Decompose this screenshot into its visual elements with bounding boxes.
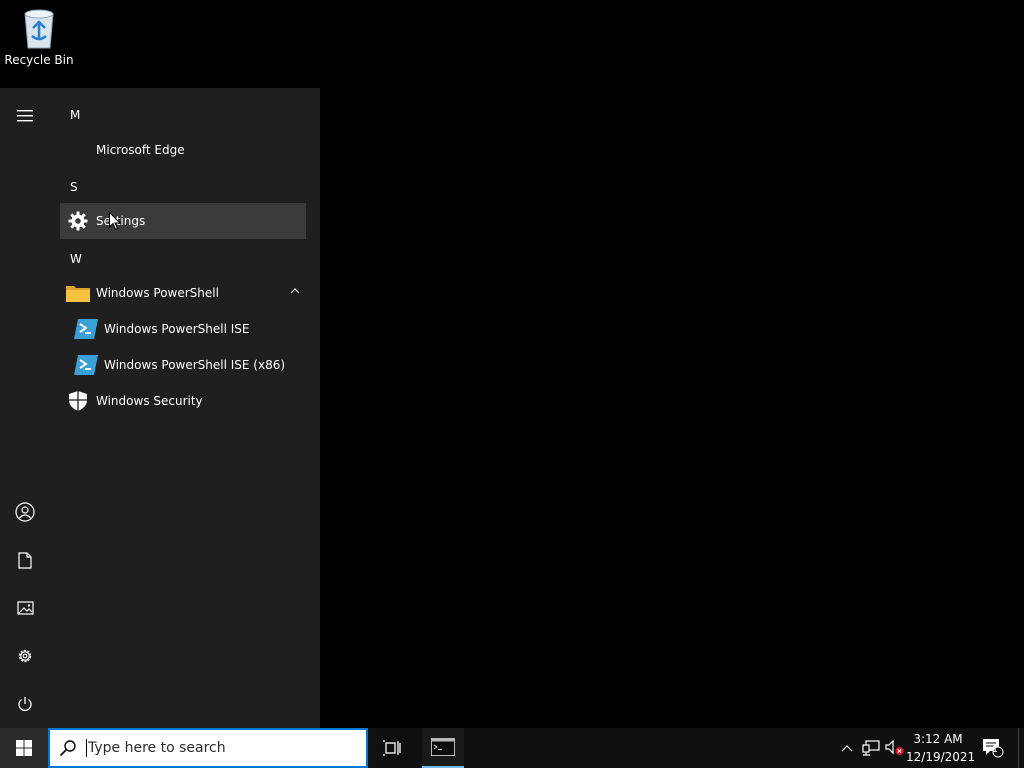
show-hidden-icons-button[interactable]	[838, 728, 856, 768]
shield-icon	[60, 383, 96, 419]
gear-icon	[60, 203, 96, 239]
app-item-label: Microsoft Edge	[96, 143, 185, 157]
document-icon	[18, 551, 32, 569]
task-view-button[interactable]	[372, 728, 412, 768]
desktop-icon-label: Recycle Bin	[4, 53, 74, 67]
expand-button[interactable]	[0, 92, 50, 140]
start-menu: M Microsoft Edge S Settings W Windows Po…	[0, 88, 320, 728]
clock-time: 3:12 AM	[913, 732, 963, 746]
power-icon	[18, 697, 32, 711]
group-letter-w[interactable]: W	[70, 252, 82, 266]
powershell-ise-icon	[68, 311, 104, 347]
app-item-label: Windows PowerShell	[96, 286, 219, 300]
volume-button[interactable]	[884, 728, 906, 768]
group-letter-s[interactable]: S	[70, 180, 78, 194]
group-letter-m[interactable]: M	[70, 108, 80, 122]
documents-button[interactable]	[0, 536, 50, 584]
pictures-icon	[16, 601, 34, 615]
app-item-windows-powershell-folder[interactable]: Windows PowerShell	[60, 275, 306, 311]
action-center-button[interactable]: 1	[978, 728, 1008, 768]
windows-logo-icon	[16, 740, 32, 756]
start-menu-rail	[0, 88, 50, 728]
desktop-icon-recycle-bin[interactable]: Recycle Bin	[4, 6, 74, 78]
hamburger-icon	[17, 110, 33, 122]
pictures-button[interactable]	[0, 584, 50, 632]
chevron-up-icon	[290, 288, 300, 294]
recycle-bin-icon	[19, 6, 59, 50]
gear-icon	[18, 649, 32, 663]
clock-date: 12/19/2021	[906, 750, 976, 764]
search-icon	[50, 739, 86, 757]
powershell-ise-icon	[68, 347, 104, 383]
app-item-microsoft-edge[interactable]: Microsoft Edge	[60, 132, 306, 168]
mouse-cursor-icon	[109, 212, 121, 231]
user-icon	[15, 502, 35, 522]
power-button[interactable]	[0, 680, 50, 728]
search-input[interactable]: Type here to search	[86, 739, 226, 757]
app-item-powershell-ise-x86[interactable]: Windows PowerShell ISE (x86)	[60, 347, 306, 383]
edge-icon-placeholder	[60, 132, 96, 168]
app-item-windows-security[interactable]: Windows Security	[60, 383, 306, 419]
app-item-label: Windows Security	[96, 394, 203, 408]
app-item-label: Windows PowerShell ISE	[104, 322, 250, 336]
account-button[interactable]	[0, 488, 50, 536]
notification-count: 1	[992, 745, 998, 755]
clock[interactable]: 3:12 AM 12/19/2021	[906, 730, 976, 766]
network-icon	[862, 740, 880, 756]
folder-icon	[60, 275, 96, 311]
volume-muted-icon	[885, 740, 904, 755]
taskbar-app-terminal[interactable]	[422, 728, 464, 768]
chevron-up-icon	[841, 745, 853, 752]
app-item-settings[interactable]: Settings	[60, 203, 306, 239]
show-desktop-button[interactable]	[1018, 728, 1024, 768]
app-item-label: Windows PowerShell ISE (x86)	[104, 358, 286, 372]
settings-rail-button[interactable]	[0, 632, 50, 680]
task-view-icon	[383, 740, 401, 756]
terminal-icon	[431, 738, 455, 756]
app-item-powershell-ise[interactable]: Windows PowerShell ISE	[60, 311, 306, 347]
network-button[interactable]	[860, 728, 882, 768]
taskbar: Type here to search 3:12 AM 12/19/2021 1	[0, 728, 1024, 768]
start-button[interactable]	[0, 728, 48, 768]
search-box[interactable]: Type here to search	[48, 728, 368, 768]
